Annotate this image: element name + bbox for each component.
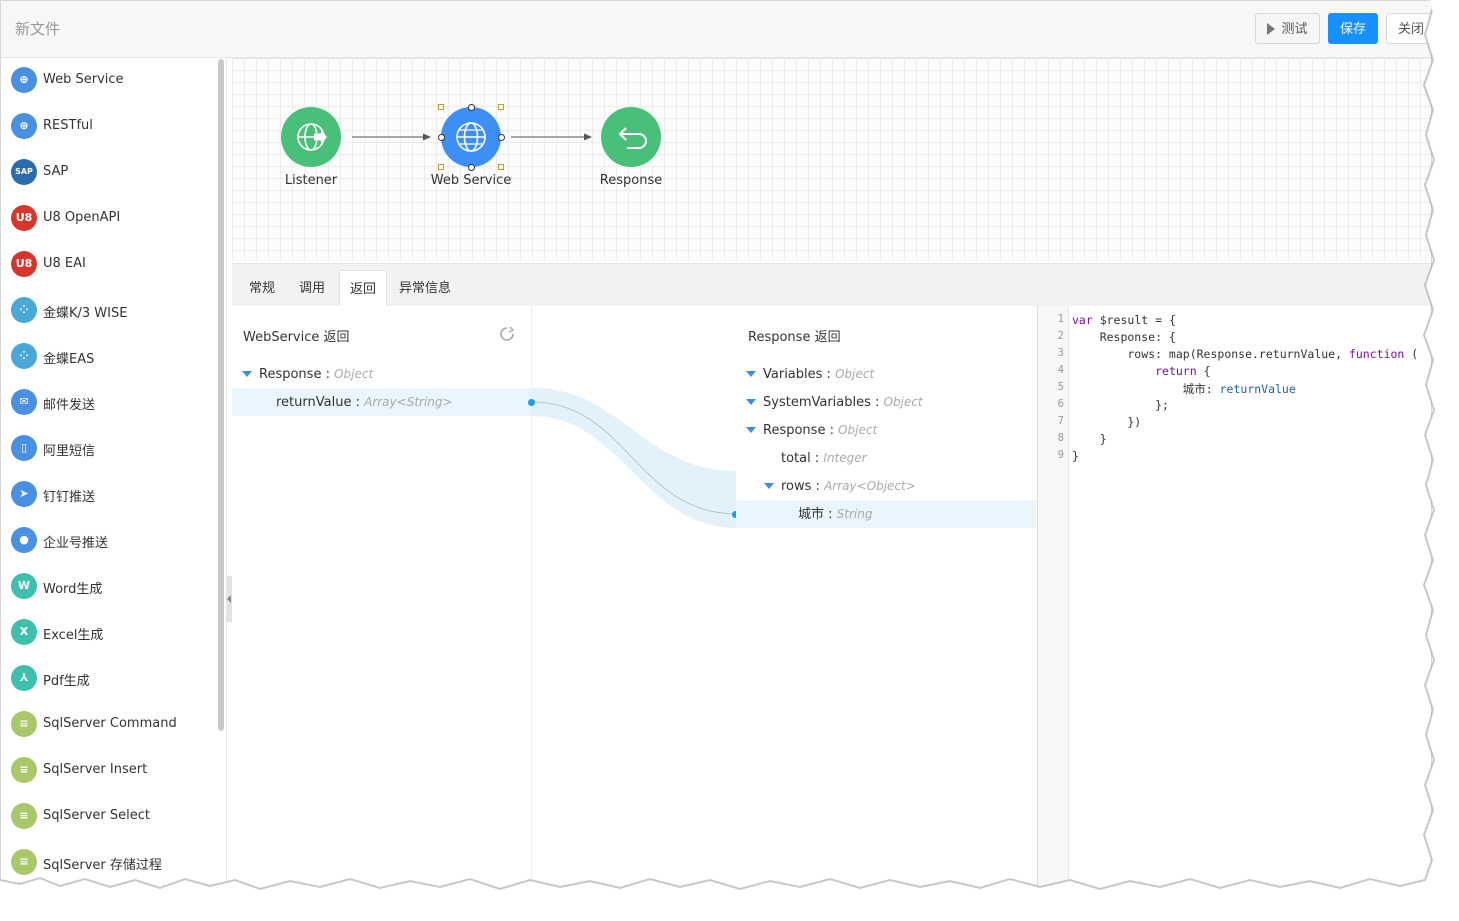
torn-edge-decoration [0, 0, 1459, 921]
